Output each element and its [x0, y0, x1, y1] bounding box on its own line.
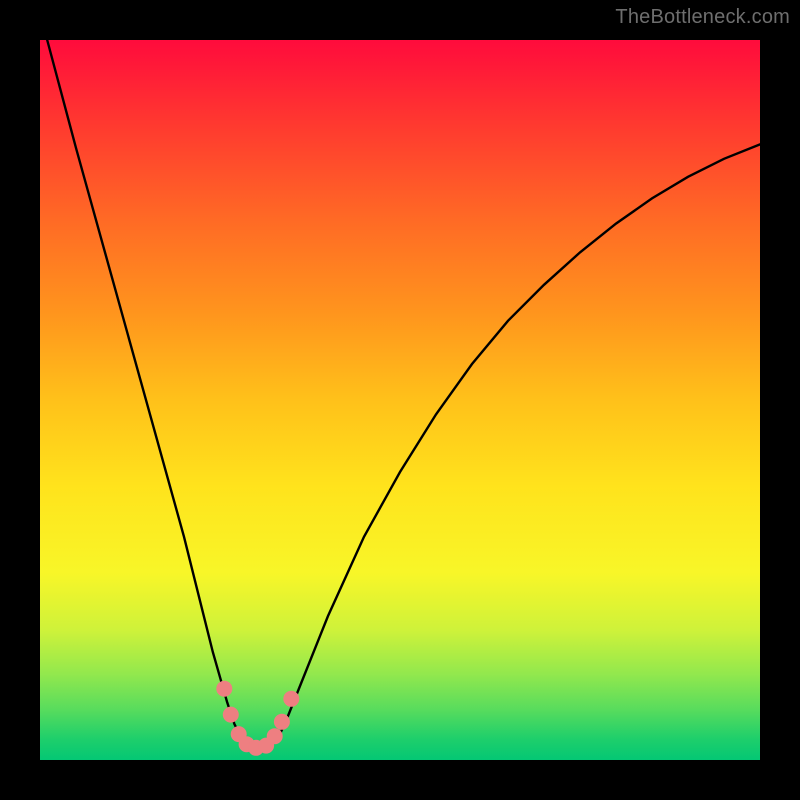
- highlight-dot: [274, 714, 290, 730]
- highlight-dot: [216, 681, 232, 697]
- chart-frame: TheBottleneck.com: [0, 0, 800, 800]
- watermark-text: TheBottleneck.com: [615, 6, 790, 29]
- highlight-dots-group: [216, 681, 299, 756]
- plot-area: [40, 40, 760, 760]
- highlight-dot: [223, 707, 239, 723]
- highlight-dot: [267, 728, 283, 744]
- chart-svg: [40, 40, 760, 760]
- bottleneck-curve-path: [47, 40, 760, 749]
- highlight-dot: [283, 691, 299, 707]
